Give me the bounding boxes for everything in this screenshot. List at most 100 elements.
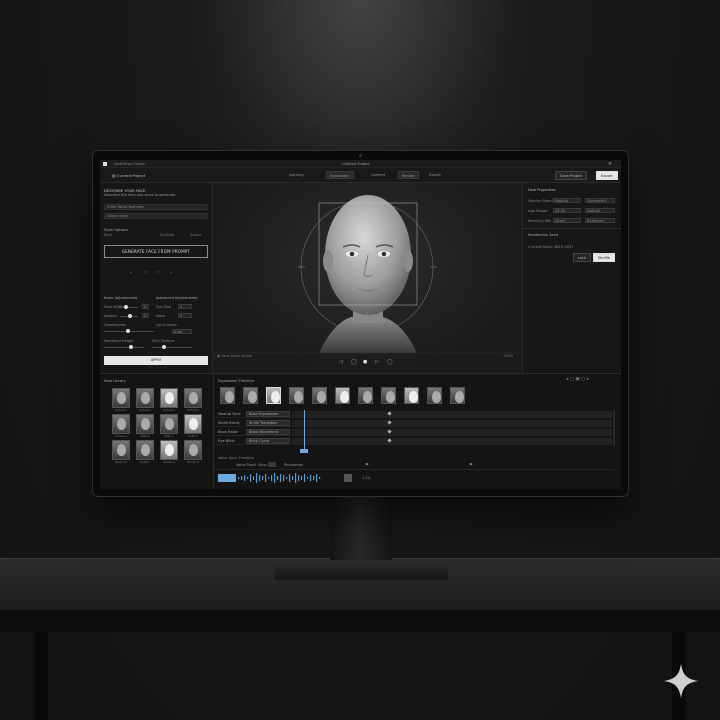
apply-button[interactable]: APPLY [104,356,208,365]
forehead-slider[interactable] [104,347,144,348]
strip-face-5[interactable] [312,387,327,404]
strip-face-8[interactable] [381,387,396,404]
rotate-right-icon[interactable]: ▷ [375,359,379,365]
ethnicity-mix-value[interactable]: Mixed [553,218,581,223]
timeline-scrollbar[interactable] [613,410,615,446]
age-range-value[interactable]: 25-30 [553,208,581,213]
face-width-knob[interactable] [124,305,128,309]
audio-clip-marker[interactable] [218,474,236,482]
audio-end-marker[interactable] [344,474,352,482]
style-option-real[interactable]: Real [104,233,112,237]
strip-face-10[interactable] [427,387,442,404]
timeline-playhead[interactable] [304,410,305,450]
library-thumb-1[interactable] [112,388,130,408]
forward-icon[interactable]: ▶ [470,462,473,466]
lock-seed-button[interactable]: Lock [573,253,591,262]
fit-view-icon[interactable]: ◯ [387,359,393,365]
prev-icon[interactable]: ‹ [130,270,132,276]
project-name[interactable]: ▤ Current Project [112,173,145,178]
library-thumb-12[interactable] [184,440,202,460]
face-viewport[interactable]: ◉ Face Mesh Active 100% ◁ ◯ ● ▷ ◯ [213,183,522,373]
face-width-slider[interactable] [120,307,138,308]
playhead-handle[interactable] [300,449,308,453]
refresh-icon[interactable]: ◦ [156,269,160,276]
keyframe-icon[interactable] [387,420,392,425]
lip-fullness-value[interactable]: Auto [172,329,192,334]
timeline-tools-icon[interactable]: ◂ ▢ ▣ ▢ ▸ [566,377,589,382]
library-thumb-11[interactable] [160,440,178,460]
audio-tab-sync[interactable]: Sync [258,463,267,467]
track-bar[interactable] [292,438,612,444]
cheekbones-knob[interactable] [126,329,130,333]
library-thumb-5[interactable] [112,414,130,434]
library-thumb-7[interactable] [160,414,178,434]
strip-face-9[interactable] [404,387,419,404]
strip-face-4[interactable] [289,387,304,404]
strip-face-1[interactable] [220,387,235,404]
shuffle-seed-button[interactable]: Shuffle [593,253,615,262]
library-thumb-2[interactable] [136,388,154,408]
gender-blend-value2[interactable]: Symmetric [585,198,615,203]
track-bar[interactable] [292,411,612,417]
skin-texture-knob[interactable] [162,345,166,349]
toolbar-lighting[interactable]: Lighting [286,171,307,179]
jawline-knob[interactable] [128,314,132,318]
strip-face-6[interactable] [335,387,350,404]
toolbar-camera[interactable]: Camera [368,171,388,179]
reset-view-icon[interactable]: ◯ [351,359,357,365]
track-clip[interactable]: Base Expression [246,411,290,417]
style-option-anime[interactable]: Anime [190,233,201,237]
keyframe-icon[interactable] [387,429,392,434]
age-range-value2[interactable]: Natural [585,208,615,213]
facial-features-input[interactable]: Enter facial features [104,204,208,210]
style-select[interactable]: Select style [104,213,208,219]
library-thumb-10[interactable] [136,440,154,460]
track-clip[interactable]: Smile Transition [246,420,290,426]
next-icon[interactable]: › [170,270,172,276]
strip-face-11[interactable] [450,387,465,404]
audio-waveform[interactable] [238,472,338,484]
track-row[interactable]: Smile Blend Smile Transition [214,419,614,427]
keyframe-icon[interactable] [387,438,392,443]
library-thumb-9[interactable] [112,440,130,460]
library-thumb-3[interactable] [160,388,178,408]
generate-face-button[interactable]: GENERATE FACE FROM PROMPT [104,245,208,258]
strip-face-2[interactable] [243,387,258,404]
eye-size-value[interactable]: 0 [178,304,192,309]
toolbar-render[interactable]: Render [398,171,419,179]
zoom-level[interactable]: 100% [503,354,513,358]
track-bar[interactable] [292,420,612,426]
close-icon[interactable]: × [608,161,612,167]
history-icon[interactable]: ◦ [144,269,148,276]
ethnicity-mix-value2[interactable]: Balanced [585,218,615,223]
sync-toggle[interactable] [268,462,276,467]
face-width-value[interactable]: 0 [142,304,149,309]
rotate-left-icon[interactable]: ◁ [339,359,343,365]
strip-face-7[interactable] [358,387,373,404]
library-thumb-4[interactable] [184,388,202,408]
capture-icon[interactable]: ● [363,359,367,365]
export-button[interactable]: Export [596,171,618,180]
toolbar-expression[interactable]: Expression [326,171,354,179]
track-clip[interactable]: Blink Cycle [246,438,290,444]
nose-value[interactable]: 0 [178,313,192,318]
library-thumb-6[interactable] [136,414,154,434]
keyframe-icon[interactable] [387,411,392,416]
library-thumb-8[interactable] [184,414,202,434]
play-icon[interactable]: ▶ [366,462,369,466]
toolbar-export[interactable]: Export [426,171,444,179]
track-row[interactable]: Neutral Face Base Expression [214,410,614,418]
style-option-stylized[interactable]: Stylized [160,233,174,237]
track-row[interactable]: Eye Blink Blink Cycle [214,437,614,445]
save-project-button[interactable]: Save Project [555,171,588,180]
jawline-value[interactable]: 0 [142,313,149,318]
track-row[interactable]: Brow Raise Brow Movement [214,428,614,436]
strip-face-3[interactable] [266,387,281,404]
gender-blend-value[interactable]: Neutral [553,198,581,203]
audio-tab-voice[interactable]: Voice Track [236,463,256,467]
audio-tab-phonemes[interactable]: Phonemes [284,463,303,467]
track-bar[interactable] [292,429,612,435]
forehead-knob[interactable] [129,345,133,349]
skin-texture-slider[interactable] [152,347,192,348]
track-clip[interactable]: Brow Movement [246,429,290,435]
